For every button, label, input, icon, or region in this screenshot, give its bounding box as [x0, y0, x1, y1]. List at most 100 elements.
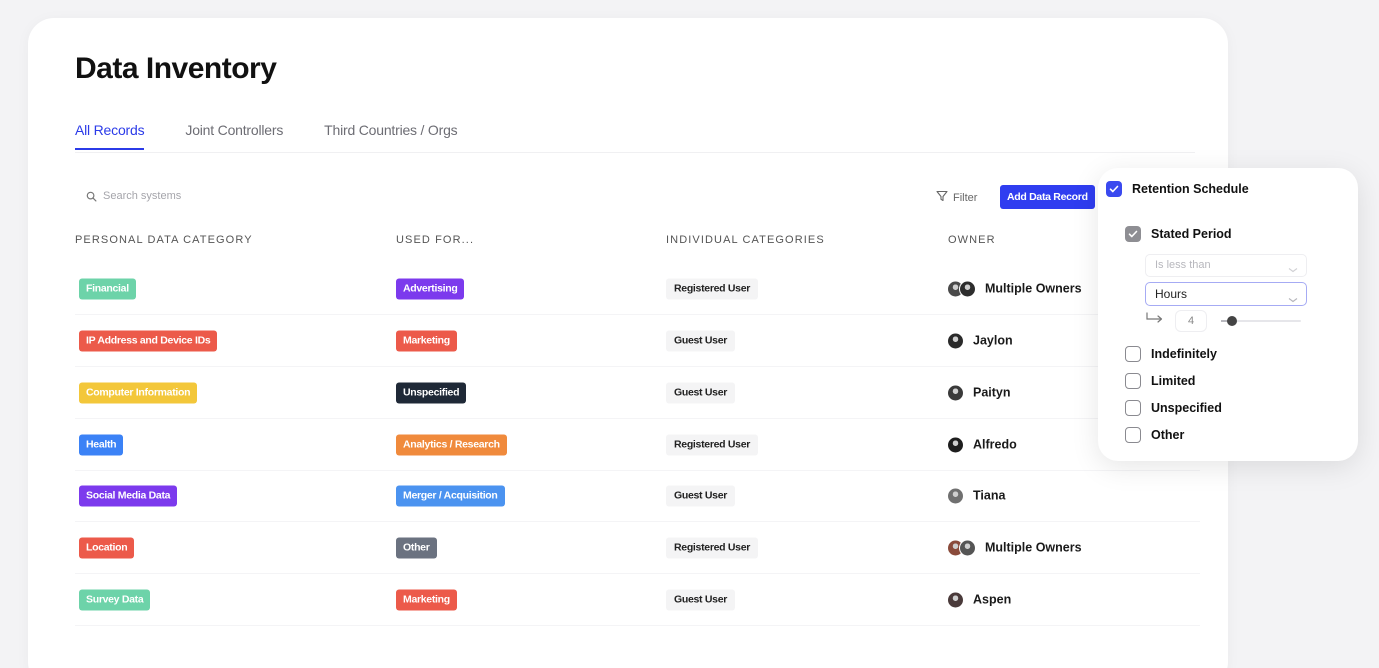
used-for-tag[interactable]: Analytics / Research	[396, 434, 507, 455]
retention-schedule-option[interactable]: Retention Schedule	[1106, 181, 1249, 197]
tab-third-countries[interactable]: Third Countries / Orgs	[324, 122, 458, 150]
owner-cell[interactable]: Tiana	[947, 487, 1005, 504]
avatar	[947, 384, 964, 401]
retention-option-unspecified[interactable]: Unspecified	[1125, 400, 1222, 416]
stated-period-option[interactable]: Stated Period	[1125, 226, 1232, 242]
filter-button[interactable]: Filter	[936, 190, 977, 205]
used-for-tag[interactable]: Marketing	[396, 589, 457, 610]
checkbox-empty-icon[interactable]	[1125, 373, 1141, 389]
avatar	[947, 332, 964, 349]
category-cell: Computer Information	[79, 382, 198, 403]
chevron-down-icon	[1288, 261, 1298, 282]
individual-cell: Guest User	[666, 485, 736, 506]
retention-option-limited[interactable]: Limited	[1125, 373, 1195, 389]
owner-name: Jaylon	[973, 333, 1013, 348]
category-tag[interactable]: Survey Data	[79, 589, 151, 610]
owner-name: Alfredo	[973, 437, 1017, 452]
search-bar	[86, 190, 303, 202]
search-input[interactable]	[103, 190, 303, 202]
category-tag[interactable]: Health	[79, 434, 124, 455]
condition-select[interactable]: Is less than	[1145, 254, 1307, 277]
owner-avatars	[947, 539, 976, 556]
checkbox-empty-icon[interactable]	[1125, 427, 1141, 443]
individual-cell: Guest User	[666, 330, 736, 351]
used-for-cell: Marketing	[396, 589, 457, 610]
individual-category-tag: Registered User	[666, 434, 759, 455]
filter-label: Filter	[953, 191, 978, 204]
used-for-tag[interactable]: Advertising	[396, 278, 465, 299]
avatar	[959, 539, 976, 556]
individual-cell: Registered User	[666, 434, 759, 455]
page-title: Data Inventory	[75, 52, 277, 85]
used-for-tag[interactable]: Merger / Acquisition	[396, 485, 505, 506]
used-for-cell: Advertising	[396, 278, 465, 299]
category-tag[interactable]: Computer Information	[79, 382, 198, 403]
used-for-tag[interactable]: Marketing	[396, 330, 457, 351]
individual-cell: Guest User	[666, 382, 736, 403]
category-tag[interactable]: Location	[79, 537, 135, 558]
table-row[interactable]: Location Other Registered User Multiple Own…	[75, 522, 1200, 574]
category-tag[interactable]: Financial	[79, 278, 136, 299]
table-row[interactable]: Computer Information Unspecified Guest Use…	[75, 367, 1200, 419]
table-row[interactable]: Health Analytics / Research Registered Use…	[75, 419, 1200, 471]
tabs-divider	[75, 152, 1195, 153]
checkbox-checked-icon[interactable]	[1106, 181, 1122, 197]
owner-name: Tiana	[973, 488, 1006, 503]
owner-name: Multiple Owners	[985, 540, 1082, 555]
retention-option-label: Unspecified	[1151, 401, 1222, 415]
add-data-record-button[interactable]: Add Data Record	[1000, 185, 1095, 209]
retention-option-label: Indefinitely	[1151, 347, 1217, 361]
checkbox-empty-icon[interactable]	[1125, 400, 1141, 416]
checkbox-empty-icon[interactable]	[1125, 346, 1141, 362]
owner-name: Paityn	[973, 385, 1011, 400]
header-personal-data-category: PERSONAL DATA CATEGORY	[75, 234, 253, 246]
amount-slider[interactable]	[1221, 314, 1301, 328]
retention-option-indefinitely[interactable]: Indefinitely	[1125, 346, 1217, 362]
table-row[interactable]: IP Address and Device IDs Marketing Guest …	[75, 315, 1200, 367]
owner-cell[interactable]: Aspen	[947, 591, 1011, 608]
tab-joint-controllers[interactable]: Joint Controllers	[185, 122, 283, 150]
stated-period-label: Stated Period	[1151, 227, 1232, 241]
slider-handle[interactable]	[1227, 316, 1238, 326]
used-for-cell: Marketing	[396, 330, 457, 351]
individual-cell: Registered User	[666, 278, 759, 299]
amount-input[interactable]: 4	[1175, 310, 1207, 332]
table-row[interactable]: Financial Advertising Registered User Multi…	[75, 263, 1200, 315]
owner-avatars	[947, 591, 964, 608]
header-used-for: USED FOR...	[396, 234, 475, 246]
unit-select[interactable]: Hours	[1145, 282, 1307, 306]
owner-cell[interactable]: Alfredo	[947, 436, 1017, 453]
retention-option-label: Limited	[1151, 374, 1196, 388]
category-cell: Survey Data	[79, 589, 151, 610]
used-for-tag[interactable]: Unspecified	[396, 382, 467, 403]
table-row[interactable]: Social Media Data Merger / Acquisition Gue…	[75, 470, 1200, 522]
used-for-tag[interactable]: Other	[396, 537, 437, 558]
search-icon	[86, 191, 97, 202]
owner-avatars	[947, 332, 964, 349]
category-tag[interactable]: Social Media Data	[79, 485, 178, 506]
owner-cell[interactable]: Multiple Owners	[947, 280, 1082, 297]
retention-option-other[interactable]: Other	[1125, 427, 1184, 443]
tab-all-records[interactable]: All Records	[75, 122, 145, 150]
individual-category-tag: Guest User	[666, 589, 736, 610]
avatar	[947, 487, 964, 504]
category-cell: Social Media Data	[79, 485, 178, 506]
used-for-cell: Analytics / Research	[396, 434, 507, 455]
table-row[interactable]: Survey Data Marketing Guest User Aspen	[75, 574, 1200, 626]
owner-avatars	[947, 487, 964, 504]
owner-cell[interactable]: Jaylon	[947, 332, 1013, 349]
owner-cell[interactable]: Paityn	[947, 384, 1011, 401]
owner-cell[interactable]: Multiple Owners	[947, 539, 1082, 556]
individual-category-tag: Guest User	[666, 382, 736, 403]
category-tag[interactable]: IP Address and Device IDs	[79, 330, 218, 351]
checkbox-checked-icon[interactable]	[1125, 226, 1141, 242]
owner-name: Aspen	[973, 592, 1012, 607]
category-cell: Location	[79, 537, 135, 558]
used-for-cell: Other	[396, 537, 437, 558]
retention-popover: Retention Schedule Stated Period Is less…	[1098, 168, 1358, 461]
condition-value: Is less than	[1155, 259, 1211, 271]
individual-category-tag: Guest User	[666, 485, 736, 506]
avatar	[959, 280, 976, 297]
retention-schedule-label: Retention Schedule	[1132, 182, 1249, 196]
individual-cell: Registered User	[666, 537, 759, 558]
